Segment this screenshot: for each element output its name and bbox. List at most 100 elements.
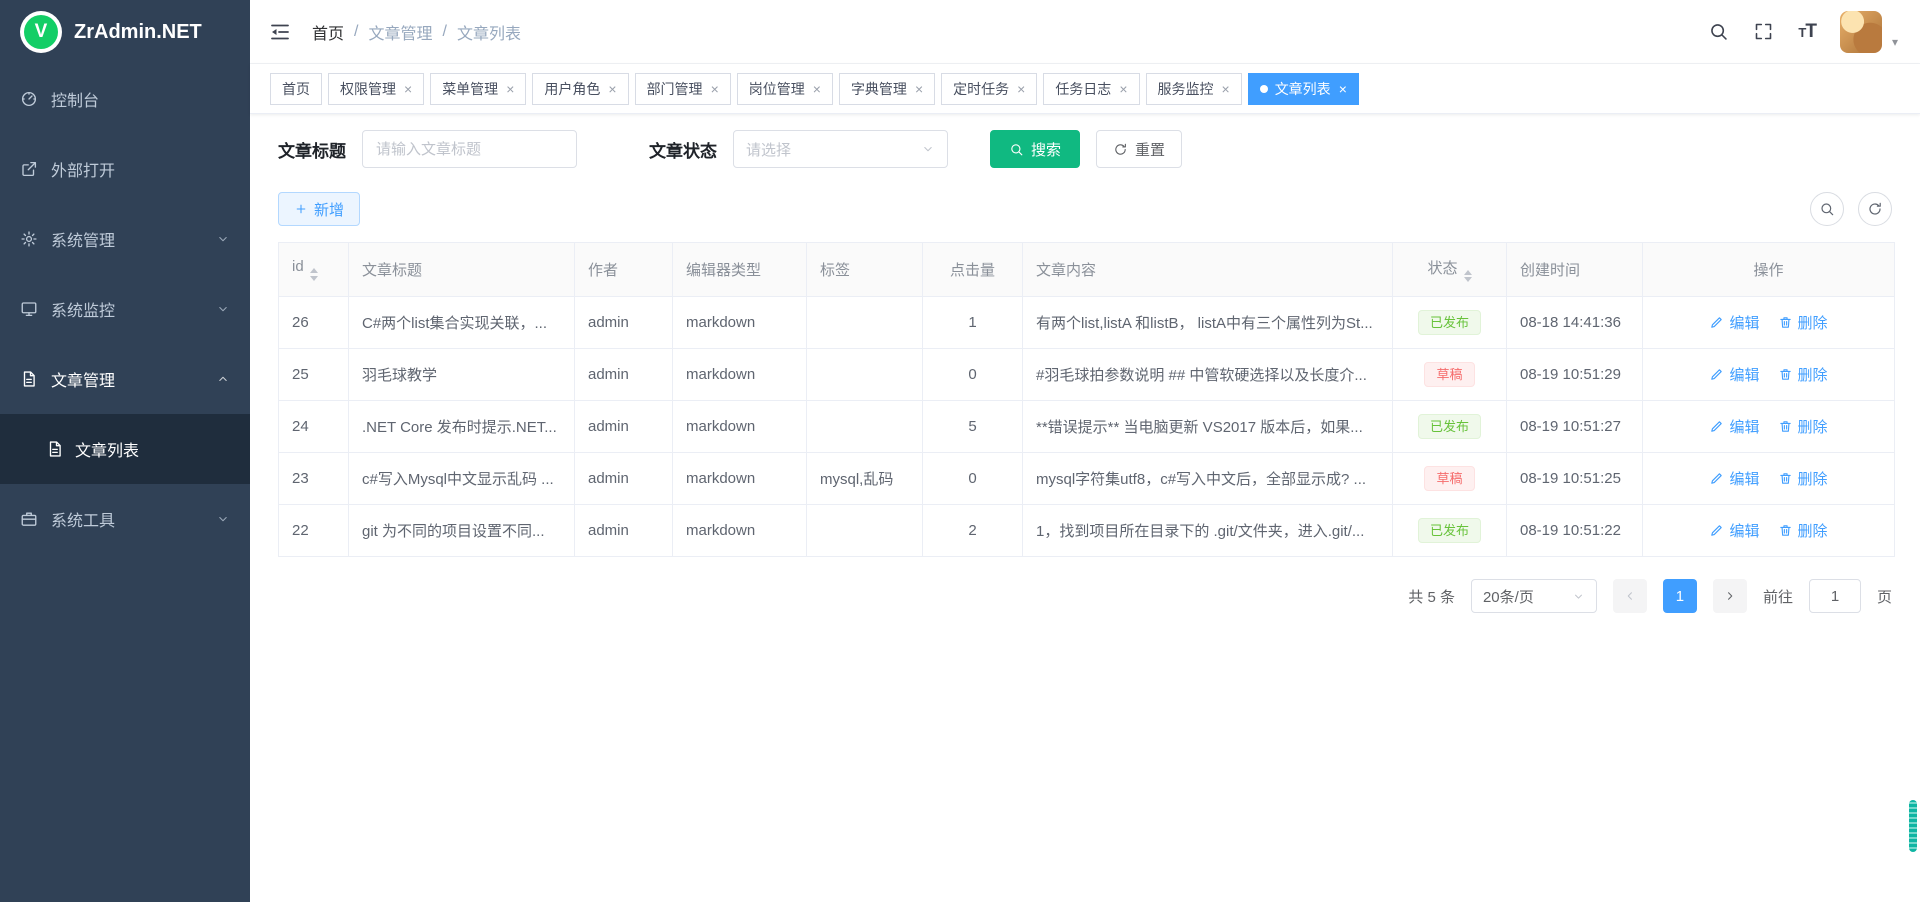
cell-hits: 0	[923, 349, 1023, 401]
font-size-icon[interactable]: TT	[1798, 21, 1816, 43]
table-header-row: id文章标题作者编辑器类型标签点击量文章内容状态创建时间操作	[279, 243, 1895, 297]
delete-link[interactable]: 删除	[1778, 312, 1828, 333]
tag-view-bar: 首页权限管理×菜单管理×用户角色×部门管理×岗位管理×字典管理×定时任务×任务日…	[250, 64, 1920, 114]
search-button-label: 搜索	[1031, 139, 1061, 160]
tab-item[interactable]: 服务监控×	[1146, 73, 1242, 105]
toggle-search-button[interactable]	[1810, 192, 1844, 226]
cell-content: 有两个list,listA 和listB， listA中有三个属性列为St...	[1023, 297, 1393, 349]
search-icon[interactable]	[1708, 21, 1729, 42]
cell-title: git 为不同的项目设置不同...	[349, 505, 575, 557]
sidebar-item-system-admin[interactable]: 系统管理	[0, 204, 250, 274]
next-page-button[interactable]	[1713, 579, 1747, 613]
sidebar-item-external-open[interactable]: 外部打开	[0, 134, 250, 204]
tab-item[interactable]: 首页	[270, 73, 322, 105]
delete-link[interactable]: 删除	[1778, 520, 1828, 541]
tab-item[interactable]: 菜单管理×	[430, 73, 526, 105]
delete-link[interactable]: 删除	[1778, 364, 1828, 385]
close-icon[interactable]: ×	[1222, 81, 1230, 97]
table-row: 25羽毛球教学adminmarkdown0#羽毛球拍参数说明 ## 中管软硬选择…	[279, 349, 1895, 401]
tab-item[interactable]: 字典管理×	[839, 73, 935, 105]
article-title-label: 文章标题	[278, 137, 346, 162]
edit-link[interactable]: 编辑	[1709, 520, 1759, 541]
edit-icon	[1709, 471, 1724, 486]
reset-button[interactable]: 重置	[1096, 130, 1182, 168]
sidebar-item-system-tools[interactable]: 系统工具	[0, 484, 250, 554]
close-icon[interactable]: ×	[1119, 81, 1127, 97]
breadcrumb-item[interactable]: 文章列表	[457, 20, 521, 44]
close-icon[interactable]: ×	[506, 81, 514, 97]
close-icon[interactable]: ×	[813, 81, 821, 97]
close-icon[interactable]: ×	[608, 81, 616, 97]
page-number-button[interactable]: 1	[1663, 579, 1697, 613]
article-title-input[interactable]	[362, 130, 577, 168]
close-icon[interactable]: ×	[915, 81, 923, 97]
column-header-label: 状态	[1427, 260, 1457, 277]
sort-caret-icon[interactable]	[1464, 270, 1472, 283]
column-header-title: 文章标题	[349, 243, 575, 297]
sidebar-item-article-admin[interactable]: 文章管理	[0, 344, 250, 414]
tab-item[interactable]: 任务日志 ×	[1043, 73, 1139, 105]
page-content: 文章标题 文章状态 请选择 搜索 重置 新	[250, 114, 1920, 902]
edit-link-label: 编辑	[1729, 364, 1759, 385]
tab-item[interactable]: 文章列表×	[1248, 73, 1359, 105]
tab-item[interactable]: 岗位管理×	[737, 73, 833, 105]
goto-label: 前往	[1763, 586, 1793, 607]
status-badge: 已发布	[1418, 310, 1481, 336]
tab-item[interactable]: 用户角色×	[532, 73, 628, 105]
tab-item[interactable]: 部门管理×	[635, 73, 731, 105]
cell-id: 22	[279, 505, 349, 557]
column-header-label: 创建时间	[1520, 262, 1580, 279]
refresh-table-button[interactable]	[1858, 192, 1892, 226]
delete-link-label: 删除	[1798, 416, 1828, 437]
edit-link[interactable]: 编辑	[1709, 416, 1759, 437]
sidebar-subitem-article-list[interactable]: 文章列表	[0, 414, 250, 484]
close-icon[interactable]: ×	[1017, 81, 1025, 97]
close-icon[interactable]: ×	[1339, 81, 1347, 97]
collapse-sidebar-icon[interactable]	[268, 20, 292, 44]
search-button[interactable]: 搜索	[990, 130, 1080, 168]
edit-link-label: 编辑	[1729, 416, 1759, 437]
tab-label: 任务日志	[1055, 79, 1111, 99]
chevron-up-icon	[216, 372, 230, 386]
table-row: 24.NET Core 发布时提示.NET...adminmarkdown5**…	[279, 401, 1895, 453]
page-size-select[interactable]: 20条/页	[1471, 579, 1597, 613]
prev-page-button[interactable]	[1613, 579, 1647, 613]
close-icon[interactable]: ×	[404, 81, 412, 97]
column-header-label: id	[292, 258, 304, 275]
page-size-value: 20条/页	[1483, 586, 1534, 607]
scrollbar-thumb[interactable]	[1909, 800, 1917, 852]
column-header-status[interactable]: 状态	[1393, 243, 1507, 297]
user-menu-caret-icon[interactable]: ▾	[1892, 35, 1898, 53]
fullscreen-icon[interactable]	[1753, 21, 1774, 42]
cell-author: admin	[575, 401, 673, 453]
goto-page-input[interactable]	[1809, 579, 1861, 613]
cell-id: 24	[279, 401, 349, 453]
tab-label: 权限管理	[340, 79, 396, 99]
tab-item[interactable]: 权限管理 ×	[328, 73, 424, 105]
sidebar-item-system-monitor[interactable]: 系统监控	[0, 274, 250, 344]
edit-link[interactable]: 编辑	[1709, 312, 1759, 333]
edit-link-label: 编辑	[1729, 468, 1759, 489]
column-header-id[interactable]: id	[279, 243, 349, 297]
cell-actions: 编辑删除	[1643, 453, 1895, 505]
sidebar-item-dashboard[interactable]: 控制台	[0, 64, 250, 134]
breadcrumb-item[interactable]: 文章管理	[368, 20, 432, 44]
user-avatar[interactable]	[1840, 11, 1882, 53]
add-button[interactable]: 新增	[278, 192, 360, 226]
status-badge: 已发布	[1418, 414, 1481, 440]
article-status-select[interactable]: 请选择	[733, 130, 948, 168]
edit-link[interactable]: 编辑	[1709, 364, 1759, 385]
cell-actions: 编辑删除	[1643, 349, 1895, 401]
header-actions: TT ▾	[1708, 11, 1898, 53]
breadcrumb-item[interactable]: 首页	[312, 20, 344, 44]
edit-link[interactable]: 编辑	[1709, 468, 1759, 489]
logo-icon: V	[20, 11, 62, 53]
tab-item[interactable]: 定时任务×	[941, 73, 1037, 105]
edit-icon	[1709, 419, 1724, 434]
trash-icon	[1778, 419, 1793, 434]
delete-link[interactable]: 删除	[1778, 468, 1828, 489]
delete-link[interactable]: 删除	[1778, 416, 1828, 437]
close-icon[interactable]: ×	[711, 81, 719, 97]
sort-caret-icon[interactable]	[310, 268, 318, 281]
column-header-hits: 点击量	[923, 243, 1023, 297]
